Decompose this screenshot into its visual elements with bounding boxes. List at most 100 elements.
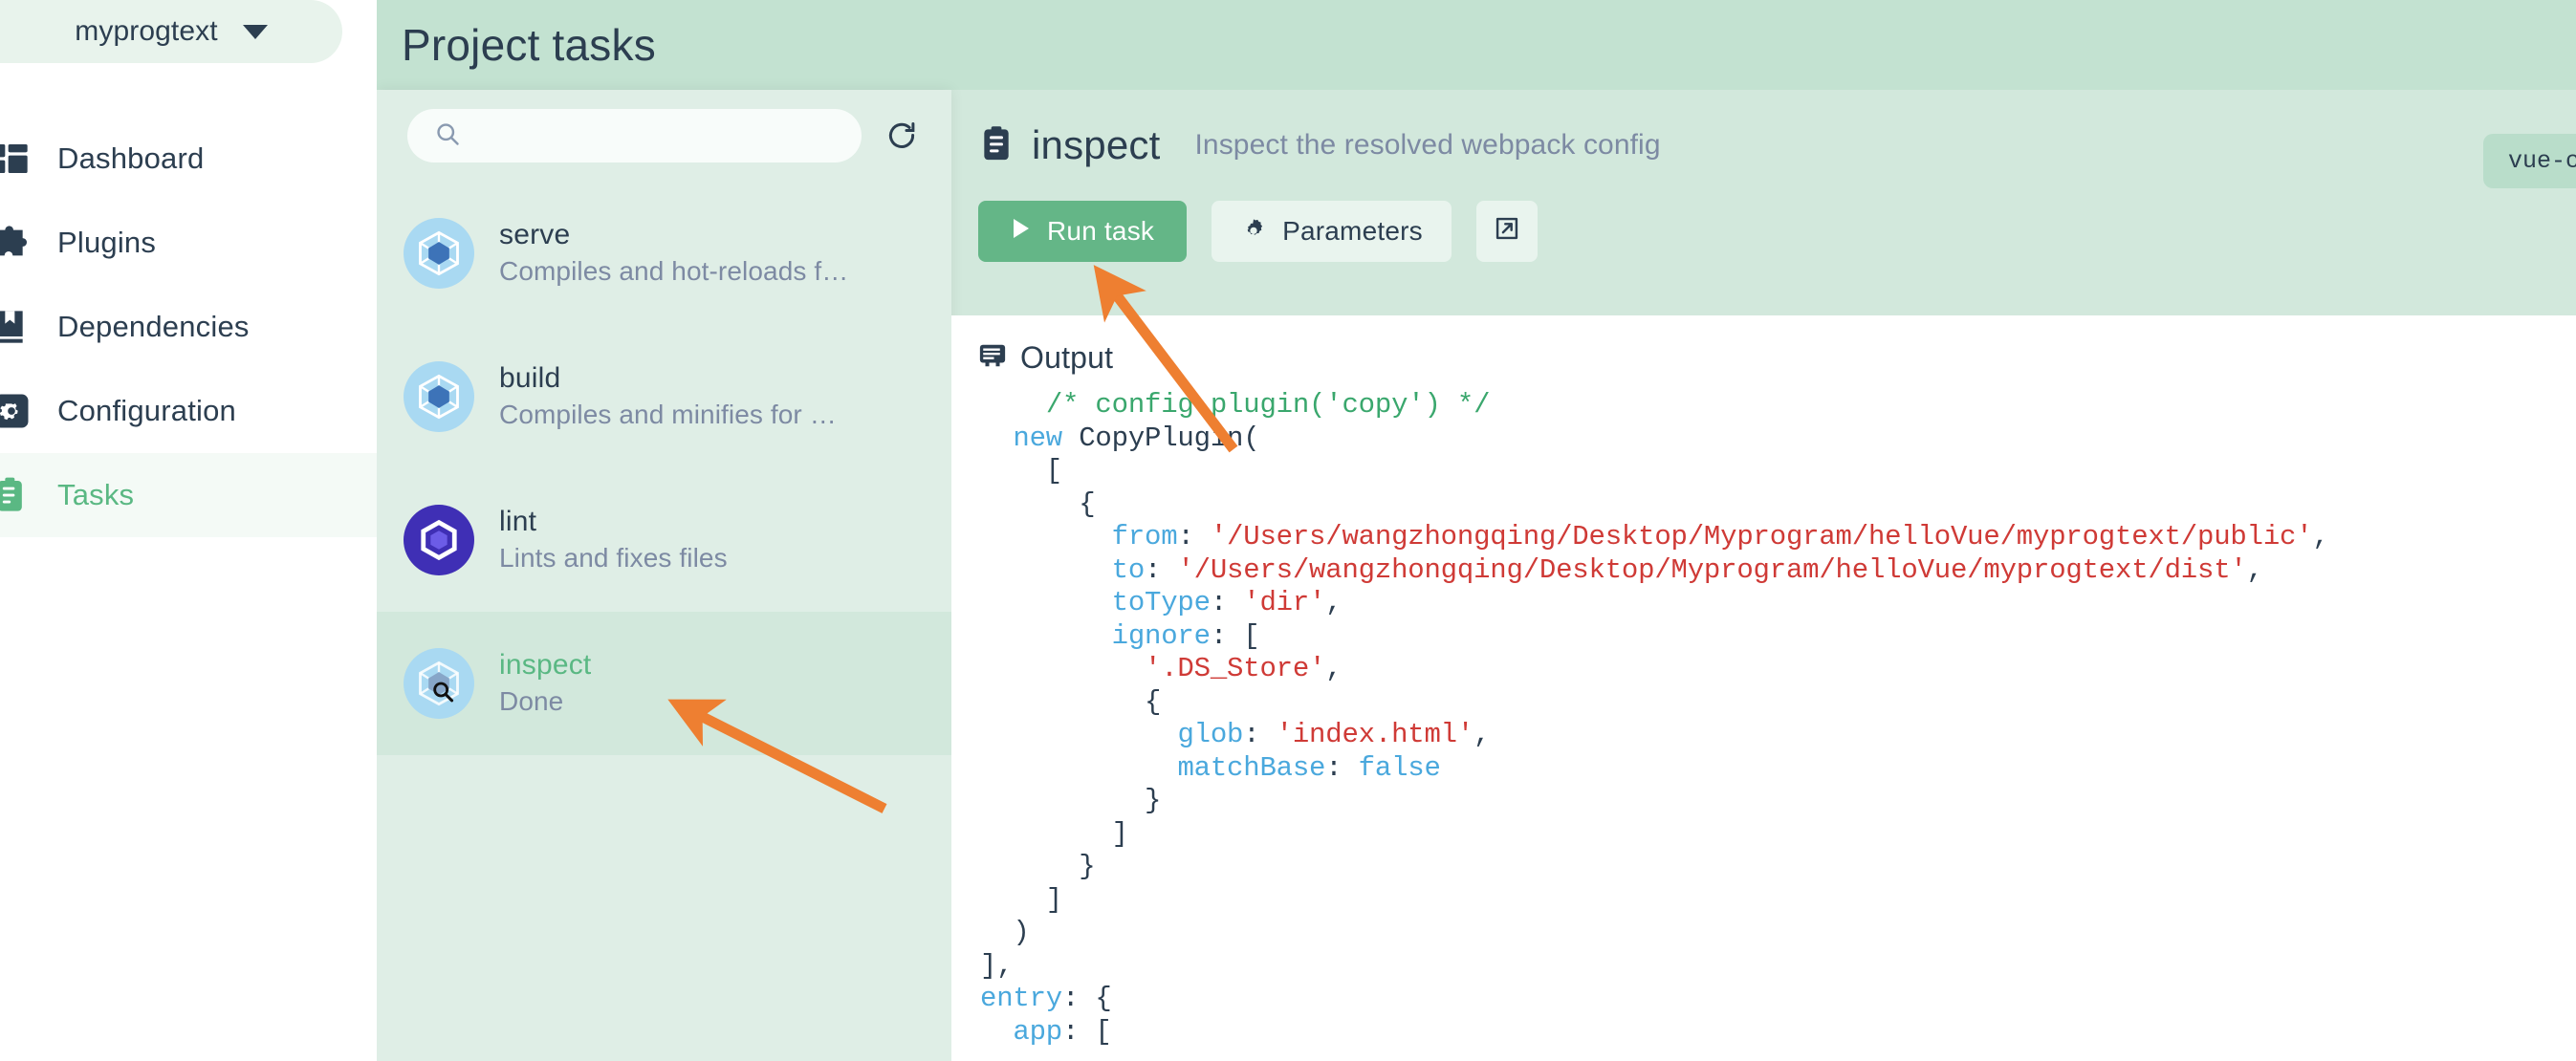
- code-token: {: [980, 487, 1096, 520]
- code-token: {: [980, 685, 1162, 718]
- sidebar-item-label: Tasks: [57, 478, 135, 511]
- task-list-pane: serve Compiles and hot-reloads f… build …: [377, 90, 951, 1061]
- code-token: matchBase: [1177, 751, 1326, 784]
- code-token: ,: [2246, 553, 2263, 586]
- task-detail-title: inspect: [1032, 122, 1161, 167]
- run-task-label: Run task: [1047, 216, 1155, 246]
- sidebar-item-plugins[interactable]: Plugins: [0, 201, 377, 285]
- eslint-icon: [404, 505, 474, 575]
- sidebar-item-dashboard[interactable]: Dashboard: [0, 117, 377, 201]
- search-box[interactable]: [407, 109, 862, 162]
- page-header: Project tasks: [377, 0, 2576, 90]
- code-token: :: [1145, 553, 1178, 586]
- output-code-block[interactable]: /* config.plugin('copy') */ new CopyPlug…: [951, 389, 2576, 1049]
- webpack-cube-icon: [404, 361, 474, 432]
- dashboard-grid-icon: [0, 138, 33, 180]
- task-item-desc: Compiles and hot-reloads f…: [499, 255, 849, 286]
- task-detail-header: inspect Inspect the resolved webpack con…: [951, 90, 2576, 333]
- run-task-button[interactable]: Run task: [978, 201, 1188, 262]
- task-item-text: inspect Done: [499, 647, 591, 719]
- open-external-button[interactable]: [1475, 201, 1538, 262]
- task-detail-subtitle: Inspect the resolved webpack config: [1194, 129, 1661, 161]
- app-root: Project tasks myprogtext Dashboard Plugi…: [0, 0, 2576, 1061]
- task-list-item[interactable]: inspect Done: [377, 612, 951, 755]
- terminal-icon: [978, 341, 1007, 375]
- code-token: :: [1210, 587, 1244, 618]
- gear-square-icon: [0, 390, 33, 432]
- task-item-desc: Done: [499, 685, 564, 716]
- webpack-inspect-icon: [404, 648, 474, 719]
- task-item-name: lint: [499, 506, 537, 538]
- task-search-row: [377, 90, 951, 182]
- task-list-item[interactable]: serve Compiles and hot-reloads f…: [377, 182, 951, 325]
- sidebar-item-label: Configuration: [57, 394, 236, 427]
- parameters-label: Parameters: [1282, 216, 1423, 246]
- sidebar-item-label: Dependencies: [57, 310, 250, 343]
- page-title: Project tasks: [402, 20, 656, 70]
- sidebar: myprogtext Dashboard Plugins Dependencie…: [0, 0, 377, 1061]
- webpack-cube-icon: [404, 218, 474, 289]
- code-token: :: [1177, 521, 1211, 552]
- external-link-icon: [1494, 215, 1520, 249]
- code-token: ): [980, 917, 1030, 948]
- project-selector[interactable]: myprogtext: [0, 0, 342, 63]
- code-token: to: [1111, 553, 1146, 586]
- sidebar-item-dependencies[interactable]: Dependencies: [0, 285, 377, 369]
- code-token: glob: [1177, 719, 1244, 750]
- clipboard-list-icon: [978, 125, 1015, 166]
- code-token: from: [1111, 521, 1178, 552]
- code-token: ,: [1474, 719, 1491, 750]
- task-list-item[interactable]: lint Lints and fixes files: [377, 468, 951, 612]
- task-item-desc: Lints and fixes files: [499, 542, 728, 573]
- code-token: ]: [980, 883, 1063, 916]
- sidebar-item-label: Dashboard: [57, 141, 205, 175]
- code-token: new: [1013, 422, 1063, 454]
- chevron-down-icon: [242, 24, 268, 39]
- code-token: '/Users/wangzhongqing/Desktop/Myprogram/…: [1210, 521, 2313, 552]
- vue-cli-version-badge: vue-c: [2482, 134, 2576, 188]
- code-token: entry: [980, 983, 1063, 1014]
- task-output-panel: Output /* config.plugin('copy') */ new C…: [951, 315, 2576, 1061]
- sidebar-item-label: Plugins: [57, 226, 157, 259]
- project-selector-label: myprogtext: [75, 15, 218, 47]
- code-token: }: [980, 785, 1162, 816]
- code-token: ignore: [1111, 619, 1211, 652]
- sidebar-item-configuration[interactable]: Configuration: [0, 369, 377, 453]
- clipboard-list-icon: [0, 474, 33, 516]
- output-header: Output: [951, 315, 2576, 376]
- code-token: toType: [1111, 587, 1211, 618]
- task-item-text: build Compiles and minifies for …: [499, 360, 837, 432]
- code-token: ]: [980, 817, 1128, 850]
- book-bookmark-icon: [0, 306, 33, 348]
- play-icon: [1011, 216, 1032, 247]
- search-input[interactable]: [474, 123, 862, 148]
- puzzle-piece-icon: [0, 222, 33, 264]
- code-token: ,: [2312, 521, 2329, 552]
- sidebar-item-tasks[interactable]: Tasks: [0, 453, 377, 537]
- code-token: : {: [1062, 983, 1112, 1014]
- sidebar-nav: Dashboard Plugins Dependencies Configura…: [0, 117, 377, 537]
- code-token: 'index.html': [1276, 719, 1474, 750]
- task-item-name: inspect: [499, 649, 592, 682]
- code-token: : [: [1062, 1015, 1112, 1048]
- refresh-icon[interactable]: [881, 115, 923, 157]
- task-list: serve Compiles and hot-reloads f… build …: [377, 182, 951, 755]
- parameters-button[interactable]: Parameters: [1212, 201, 1452, 262]
- code-token: [: [980, 455, 1063, 487]
- task-detail-title-row: inspect Inspect the resolved webpack con…: [978, 122, 2576, 168]
- code-token: : [: [1210, 619, 1260, 652]
- task-list-item[interactable]: build Compiles and minifies for …: [377, 325, 951, 468]
- task-item-name: build: [499, 362, 561, 395]
- code-token: /* config.plugin('copy') */: [1045, 389, 1491, 421]
- code-token: CopyPlugin(: [1062, 422, 1260, 454]
- code-token: }: [980, 851, 1096, 882]
- task-item-text: lint Lints and fixes files: [499, 504, 728, 575]
- code-token: :: [1325, 751, 1359, 784]
